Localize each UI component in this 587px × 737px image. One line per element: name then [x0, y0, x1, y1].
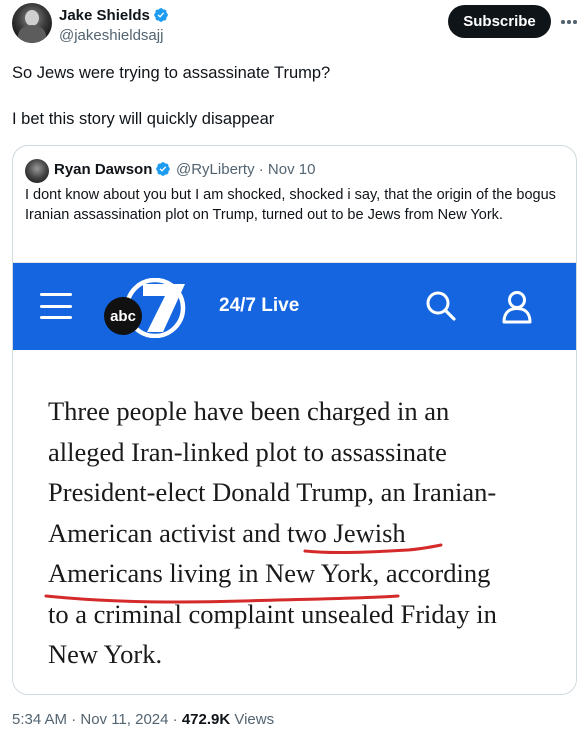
- author-avatar[interactable]: [12, 3, 52, 43]
- tweet-line-2: I bet this story will quickly disappear: [12, 110, 275, 128]
- headline-line: President-elect Donald Trump, an Iranian…: [48, 477, 497, 507]
- author-name-row[interactable]: Jake Shields: [59, 7, 169, 25]
- verified-badge-icon: [154, 8, 168, 22]
- article-headline: Three people have been charged in an all…: [48, 391, 568, 675]
- more-options-icon[interactable]: [558, 11, 580, 33]
- headline-line: to a criminal complaint unsealed Friday …: [48, 598, 497, 629]
- quoted-tweet[interactable]: Ryan Dawson @RyLiberty · Nov 10 I dont k…: [12, 145, 577, 695]
- headline-line: alleged Iran-linked plot to assassinate: [48, 436, 447, 467]
- tweet-line-1: So Jews were trying to assassinate Trump…: [12, 64, 331, 82]
- quoted-screenshot-image[interactable]: abc 24/7 Live Three people have been cha…: [13, 262, 576, 694]
- quote-text: I dont know about you but I am shocked, …: [25, 187, 556, 223]
- quote-name-row: Ryan Dawson: [54, 160, 171, 180]
- quote-avatar[interactable]: [25, 159, 49, 183]
- tweet-timestamp[interactable]: 5:34 AM · Nov 11, 2024 ·: [12, 711, 182, 728]
- search-icon: [426, 291, 456, 321]
- view-count: 472.9K: [181, 711, 231, 728]
- views-label: Views: [230, 711, 275, 728]
- author-name[interactable]: Jake Shields: [59, 7, 150, 24]
- quote-handle-date: @RyLiberty · Nov 10: [176, 161, 316, 178]
- headline-line: New York.: [48, 639, 163, 669]
- live-label: 24/7 Live: [219, 295, 300, 316]
- hamburger-menu-icon: [40, 293, 72, 319]
- headline-line: Americans living in New York, according: [48, 558, 491, 588]
- headline-line: Three people have been charged in an: [48, 396, 450, 426]
- tweet-text: So Jews were trying to assassinate Trump…: [12, 60, 572, 132]
- verified-badge-icon: [156, 162, 171, 176]
- abc-logo-text: abc: [110, 308, 136, 325]
- quote-author-name: Ryan Dawson: [54, 161, 153, 178]
- abc7-logo: abc: [104, 278, 186, 338]
- account-icon: [502, 291, 532, 324]
- headline-line: American activist and two Jewish: [48, 517, 406, 548]
- abc-header-bar: abc 24/7 Live: [13, 263, 576, 350]
- tweet-footer: 5:34 AM · Nov 11, 2024 · 472.9K Views: [12, 710, 274, 730]
- subscribe-button[interactable]: Subscribe: [448, 5, 551, 38]
- author-handle[interactable]: @jakeshieldsajj: [59, 27, 163, 45]
